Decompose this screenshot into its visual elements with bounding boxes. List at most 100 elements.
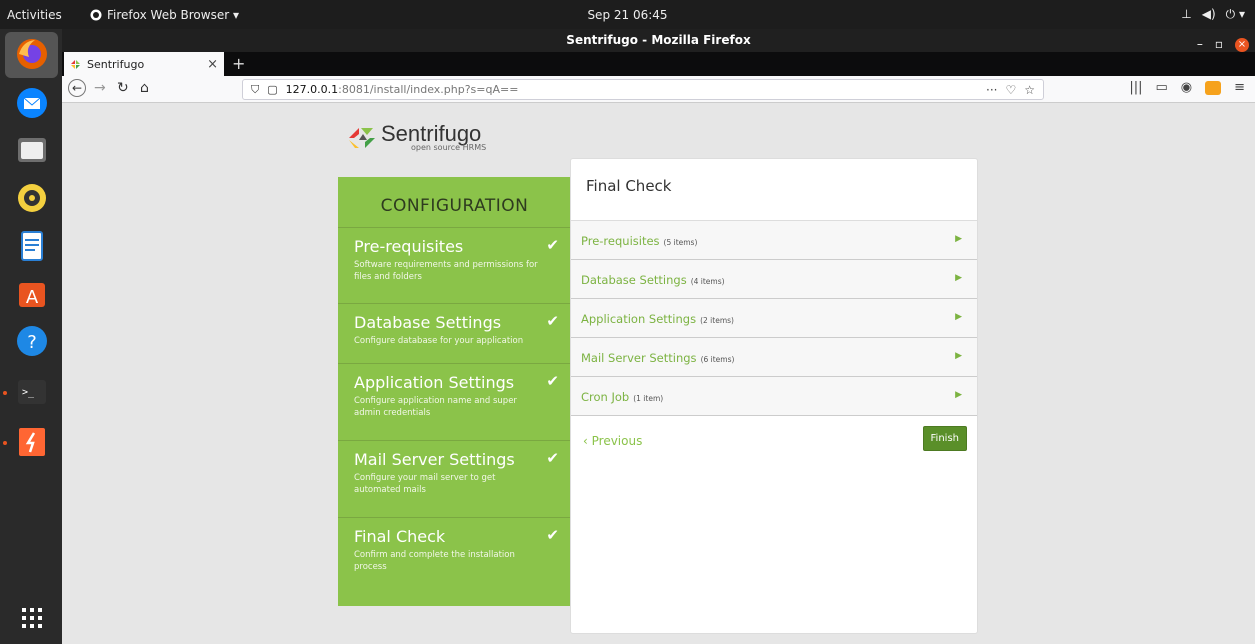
step-title: Final Check <box>354 527 446 546</box>
step-description: Configure your mail server to get automa… <box>354 473 496 495</box>
check-icon: ✔ <box>546 449 559 467</box>
panel-footer: ‹ Previous Finish <box>571 416 977 466</box>
page-content: Sentrifugo open source HRMS CONFIGURATIO… <box>62 103 1255 644</box>
url-path: :8081/install/index.php?s=qA== <box>338 83 519 96</box>
burp-extension-icon[interactable] <box>1205 80 1222 95</box>
expand-arrow-icon: ▶ <box>955 351 962 361</box>
previous-link[interactable]: ‹ Previous <box>583 434 642 448</box>
section-count: (6 items) <box>700 355 735 364</box>
burp-dock-icon[interactable] <box>13 423 51 461</box>
writer-dock-icon[interactable] <box>13 227 51 265</box>
system-tray[interactable]: ⊥ ◀) ⏻ ▾ <box>1181 7 1245 22</box>
step-title: Mail Server Settings <box>354 450 515 469</box>
clock[interactable]: Sep 21 06:45 <box>0 8 1255 22</box>
forward-icon[interactable]: → <box>94 80 106 96</box>
section-count: (2 items) <box>700 316 734 325</box>
svg-text:A: A <box>26 287 39 308</box>
expand-arrow-icon: ▶ <box>955 390 962 400</box>
library-icon[interactable]: ||| <box>1129 80 1142 95</box>
network-icon: ⊥ <box>1181 7 1192 21</box>
home-icon[interactable]: ⌂ <box>140 80 149 96</box>
section-label: Pre-requisites <box>581 234 660 248</box>
previous-label: Previous <box>591 434 643 448</box>
window-title: Sentrifugo - Mozilla Firefox <box>566 33 751 47</box>
step-description: Software requirements and permissions fo… <box>354 260 538 282</box>
logo-subtitle: open source HRMS <box>411 143 487 152</box>
step-application-settings[interactable]: Application Settings Configure applicati… <box>338 364 571 441</box>
tab-close-icon[interactable]: × <box>207 57 218 72</box>
section-label: Cron Job <box>581 390 630 404</box>
tab-label: Sentrifugo <box>87 57 145 71</box>
configuration-panel: CONFIGURATION Pre-requisites Software re… <box>338 177 571 606</box>
final-check-panel: Final Check Pre-requisites (5 items) ▶ Da… <box>570 158 978 634</box>
thunderbird-dock-icon[interactable] <box>13 84 51 122</box>
extension-icon[interactable]: ◉ <box>1181 80 1192 95</box>
help-dock-icon[interactable]: ? <box>13 322 51 360</box>
power-icon: ⏻ ▾ <box>1225 7 1245 21</box>
bookmark-star-icon[interactable]: ☆ <box>1024 83 1035 97</box>
step-title: Database Settings <box>354 313 502 332</box>
section-label: Application Settings <box>581 312 697 326</box>
gnome-top-bar: Activities Firefox Web Browser ▾ Sep 21 … <box>0 0 1255 29</box>
panel-title: Final Check <box>571 159 977 221</box>
shield-icon: ⛉ <box>251 82 260 96</box>
section-prerequisites[interactable]: Pre-requisites (5 items) ▶ <box>571 221 977 260</box>
section-mail-server-settings[interactable]: Mail Server Settings (6 items) ▶ <box>571 338 977 377</box>
step-database-settings[interactable]: Database Settings Configure database for… <box>338 304 571 364</box>
tab-sentrifugo[interactable]: Sentrifugo × <box>64 52 224 76</box>
toolbar-icons: ||| ▭ ◉ ≡ <box>1129 80 1245 95</box>
sidebar-icon[interactable]: ▭ <box>1155 80 1167 95</box>
url-bar[interactable]: ⛉ ▢ 127.0.0.1:8081/install/index.php?s=q… <box>242 79 1044 100</box>
check-icon: ✔ <box>546 236 559 254</box>
step-mail-server-settings[interactable]: Mail Server Settings Configure your mail… <box>338 441 571 518</box>
section-application-settings[interactable]: Application Settings (2 items) ▶ <box>571 299 977 338</box>
sentrifugo-logo: Sentrifugo open source HRMS <box>347 123 486 152</box>
check-icon: ✔ <box>546 526 559 544</box>
show-apps-icon[interactable] <box>13 599 51 637</box>
step-title: Pre-requisites <box>354 237 464 256</box>
step-prerequisites[interactable]: Pre-requisites Software requirements and… <box>338 228 571 304</box>
configuration-title: CONFIGURATION <box>338 177 571 228</box>
svg-text:?: ? <box>27 332 37 353</box>
step-description: Configure application name and super adm… <box>354 396 517 418</box>
svg-text:>_: >_ <box>22 387 35 398</box>
check-icon: ✔ <box>546 372 559 390</box>
page-actions-icon[interactable]: ··· <box>986 83 997 97</box>
window-titlebar: Sentrifugo - Mozilla Firefox – ▫ × <box>62 29 1255 52</box>
expand-arrow-icon: ▶ <box>955 312 962 322</box>
menu-icon[interactable]: ≡ <box>1234 80 1245 95</box>
finish-button[interactable]: Finish <box>922 426 967 451</box>
section-count: (4 items) <box>690 277 725 286</box>
sentrifugo-logo-icon <box>349 127 375 148</box>
firefox-dock-icon[interactable] <box>13 35 51 73</box>
logo-name: Sentrifugo <box>381 121 482 146</box>
page-icon: ▢ <box>267 83 278 96</box>
section-database-settings[interactable]: Database Settings (4 items) ▶ <box>571 260 977 299</box>
chevron-left-icon: ‹ <box>583 434 592 448</box>
pocket-icon[interactable]: ♡ <box>1005 83 1016 97</box>
url-host: 127.0.0.1 <box>285 83 339 96</box>
section-cron-job[interactable]: Cron Job (1 item) ▶ <box>571 377 977 416</box>
step-description: Configure database for your application <box>354 336 524 346</box>
expand-arrow-icon: ▶ <box>955 273 962 283</box>
terminal-dock-icon[interactable]: >_ <box>13 373 51 411</box>
volume-icon: ◀) <box>1201 7 1216 21</box>
step-final-check[interactable]: Final Check Confirm and complete the ins… <box>338 518 571 604</box>
new-tab-button[interactable]: + <box>232 54 245 73</box>
section-label: Database Settings <box>581 273 687 287</box>
rhythmbox-dock-icon[interactable] <box>13 179 51 217</box>
check-icon: ✔ <box>546 312 559 330</box>
back-icon[interactable]: ← <box>68 79 86 97</box>
files-dock-icon[interactable] <box>13 131 51 169</box>
section-count: (1 item) <box>633 394 664 403</box>
section-count: (5 items) <box>663 238 698 247</box>
favicon-icon <box>71 59 80 69</box>
close-window-icon[interactable]: × <box>1235 37 1249 52</box>
tab-strip: Sentrifugo × + <box>62 52 1255 76</box>
firefox-window: Sentrifugo - Mozilla Firefox – ▫ × Sentr… <box>62 29 1255 644</box>
expand-arrow-icon: ▶ <box>955 234 962 244</box>
nav-toolbar: ← → ↻ ⌂ ⛉ ▢ 127.0.0.1:8081/install/index… <box>62 76 1255 103</box>
software-dock-icon[interactable]: A <box>13 274 51 312</box>
reload-icon[interactable]: ↻ <box>117 80 129 96</box>
section-label: Mail Server Settings <box>581 351 697 365</box>
